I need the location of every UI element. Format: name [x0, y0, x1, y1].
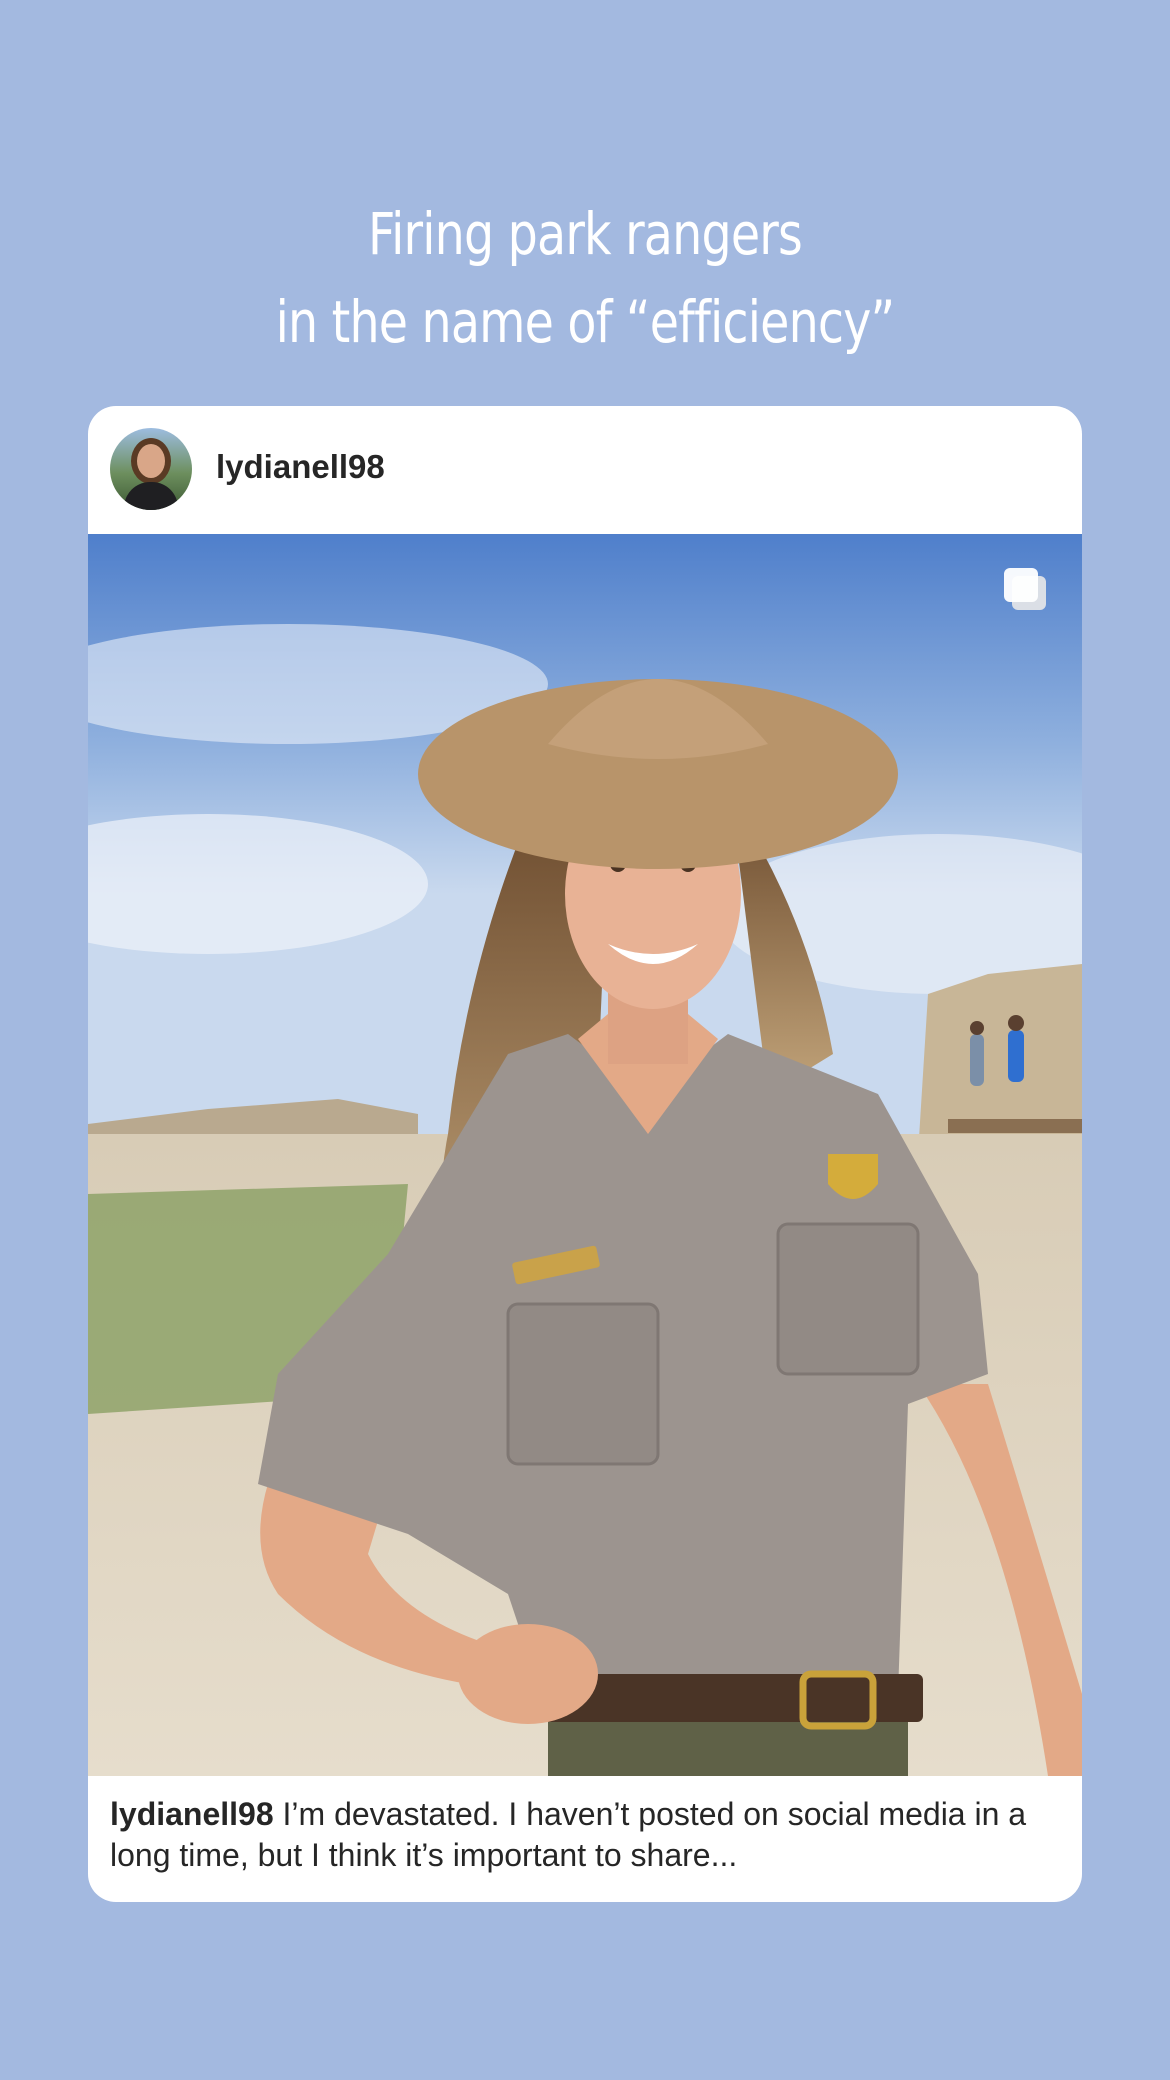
avatar-face: [137, 444, 165, 478]
caption-username[interactable]: lydianell98: [110, 1796, 274, 1832]
post-username[interactable]: lydianell98: [216, 448, 385, 486]
instagram-post-card: lydianell98 lydianell98 I’m devastated. …: [88, 406, 1082, 1902]
avatar-body: [124, 482, 178, 510]
headline: Firing park rangers in the name of “effi…: [105, 190, 1064, 366]
post-caption: lydianell98 I’m devastated. I haven’t po…: [110, 1794, 1060, 1876]
post-header: lydianell98: [88, 406, 1082, 534]
carousel-multiple-icon: [1004, 568, 1046, 610]
headline-line-1: Firing park rangers: [368, 200, 803, 268]
headline-line-2: in the name of “efficiency”: [275, 288, 896, 356]
profile-avatar[interactable]: [110, 428, 192, 510]
ranger-photo-illustration: [88, 534, 1082, 1776]
post-photo[interactable]: [88, 534, 1082, 1776]
